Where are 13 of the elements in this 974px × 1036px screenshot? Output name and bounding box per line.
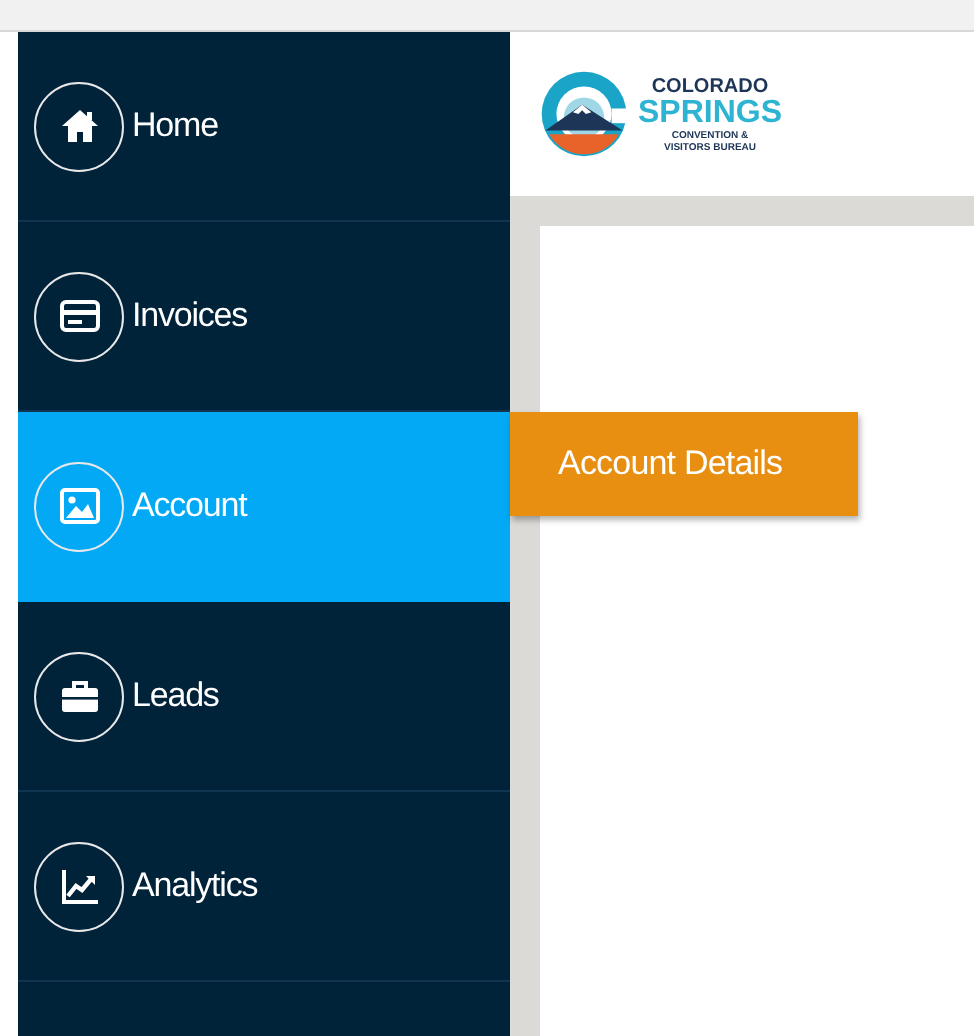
briefcase-icon: [34, 651, 124, 741]
sidebar-item-label: Analytics: [132, 866, 258, 906]
sidebar-item-label: Invoices: [132, 296, 248, 336]
mountain-logo-icon: [538, 68, 630, 160]
sidebar-item-label: Account: [132, 486, 247, 526]
line-chart-icon: [34, 841, 124, 931]
logo-text: COLORADO: [651, 75, 769, 97]
sidebar-item-label: Leads: [132, 676, 219, 716]
image-icon: [34, 461, 124, 551]
logo-text: SPRINGS: [638, 97, 783, 129]
home-icon: [34, 81, 124, 171]
credit-card-icon: [34, 271, 124, 361]
sidebar-item-label: Home: [132, 106, 218, 146]
